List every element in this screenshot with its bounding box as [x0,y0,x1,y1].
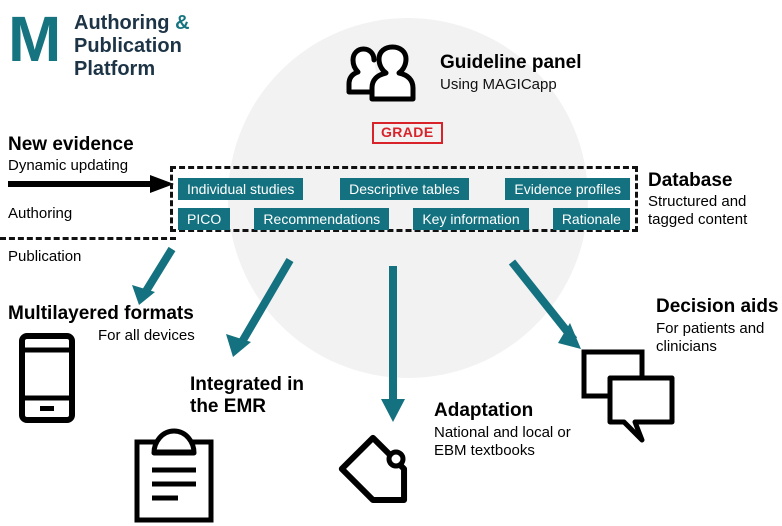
adaptation-title: Adaptation [434,400,534,421]
arrowhead-adaptation [381,399,405,422]
smartphone-icon [18,332,76,424]
adaptation-subtitle: National and local or EBM textbooks [434,424,571,459]
clipboard-icon [132,428,220,524]
integrated-emr-title: Integrated in the EMR [190,374,305,417]
multilayered-formats-title: Multilayered formats [8,303,194,324]
speech-bubbles-icon [580,348,684,446]
diagram-canvas: M Authoring & Publication Platform GRADE… [0,0,782,526]
tag-icon [330,428,430,524]
decision-aids-title: Decision aids [656,296,779,317]
multilayered-formats-subtitle: For all devices [98,327,195,344]
